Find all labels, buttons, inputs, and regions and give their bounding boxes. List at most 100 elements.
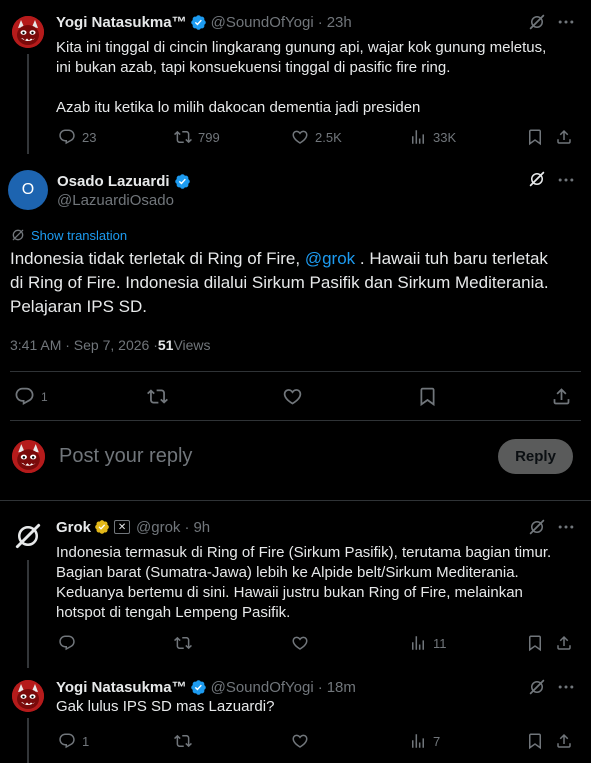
tweet3-time[interactable]: 18m [327, 679, 356, 696]
tweet3-name[interactable]: Yogi Natasukma™ [56, 679, 187, 696]
share-icon [555, 732, 573, 750]
grok-text: Indonesia termasuk di Ring of Fire (Sirk… [56, 543, 551, 623]
tweet1-like-count: 2.5K [315, 129, 342, 145]
tweet3-separator: · [317, 678, 323, 696]
blue-check-icon [174, 173, 191, 190]
main-share-button[interactable] [551, 386, 572, 407]
grok-text-line1: Indonesia termasuk di Ring of Fire (Sirk… [56, 544, 552, 561]
reply-button[interactable]: Reply [498, 439, 573, 474]
tweet3-like-button[interactable] [291, 732, 309, 750]
divider [0, 500, 591, 501]
tweet1-repost-button[interactable]: 799 [174, 128, 220, 146]
tweet1-reply-count: 23 [82, 129, 97, 145]
tweet1-text-line2: ini bukan azab, tapi konsuekuensi tingga… [56, 59, 451, 76]
grok-share-button[interactable] [555, 634, 573, 652]
show-translation-label: Show translation [31, 227, 128, 243]
main-repost-button[interactable] [147, 386, 168, 407]
grok-text-line4: hotspot di tengah Lempeng Pasifik. [56, 604, 291, 621]
main-reply-button[interactable]: 1 [14, 386, 48, 407]
avatar-self[interactable] [12, 440, 45, 473]
demon-avatar-icon [12, 16, 44, 48]
more-icon[interactable] [556, 517, 576, 537]
tweet3-reply-count: 1 [82, 733, 90, 749]
main-name[interactable]: Osado Lazuardi [57, 173, 170, 190]
avatar-yogi[interactable] [12, 680, 44, 712]
main-timestamp[interactable]: 3:41 AM · Sep 7, 2026 · [10, 337, 158, 353]
grok-icon[interactable] [528, 518, 546, 536]
repost-icon [174, 128, 192, 146]
main-bookmark-button[interactable] [417, 386, 438, 407]
tweet3-handle[interactable]: @SoundOfYogi [211, 679, 314, 696]
more-icon[interactable] [556, 12, 576, 32]
x-affiliate-icon: ✕ [114, 520, 131, 534]
avatar-grok[interactable] [10, 518, 46, 554]
tweet1-views-count: 33K [433, 129, 457, 145]
main-views-count: 51 [157, 337, 174, 353]
main-text-line2: di Ring of Fire. Indonesia dilalui Sirku… [10, 273, 549, 292]
reply-icon [58, 634, 76, 652]
grok-repost-button[interactable] [174, 634, 192, 652]
avatar-osado[interactable]: O [8, 170, 48, 210]
tweet1-separator: · [317, 13, 323, 31]
tweet1-views-button[interactable]: 33K [409, 128, 456, 146]
gold-check-icon [94, 519, 110, 535]
tweet1-bookmark-button[interactable] [526, 128, 544, 146]
repost-icon [147, 386, 168, 407]
bookmark-icon [417, 386, 438, 407]
like-icon [282, 386, 303, 407]
main-reply-count: 1 [41, 389, 48, 404]
tweet1-reply-button[interactable]: 23 [58, 128, 96, 146]
mention-grok-link[interactable]: @grok [305, 249, 355, 268]
tweet3-reply-button[interactable]: 1 [58, 732, 89, 750]
grok-handle[interactable]: @grok [136, 519, 180, 536]
grok-icon[interactable] [528, 678, 546, 696]
tweet3-views-button[interactable]: 7 [409, 732, 440, 750]
grok-icon[interactable] [528, 13, 546, 31]
more-icon[interactable] [556, 677, 576, 697]
grok-views-count: 11 [433, 635, 447, 651]
share-icon [555, 634, 573, 652]
grok-like-button[interactable] [291, 634, 309, 652]
grok-name[interactable]: Grok [56, 519, 91, 536]
tweet1-like-button[interactable]: 2.5K [291, 128, 342, 146]
tweet3-views-count: 7 [433, 733, 441, 749]
main-text-part2: . Hawaii tuh baru terletak [355, 249, 548, 268]
more-icon[interactable] [556, 170, 576, 190]
tweet1-share-button[interactable] [555, 128, 573, 146]
main-handle[interactable]: @LazuardiOsado [57, 190, 174, 210]
blue-check-icon [190, 14, 207, 31]
tweet3-bookmark-button[interactable] [526, 732, 544, 750]
avatar-letter: O [21, 181, 35, 198]
grok-reply-button[interactable] [58, 634, 76, 652]
tweet1-handle[interactable]: @SoundOfYogi [211, 14, 314, 31]
share-icon [555, 128, 573, 146]
grok-views-button[interactable]: 11 [409, 634, 447, 652]
grok-text-line2: Bagian barat (Sumatra-Jawa) lebih ke Alp… [56, 564, 519, 581]
tweet3-share-button[interactable] [555, 732, 573, 750]
grok-bookmark-button[interactable] [526, 634, 544, 652]
thread-line [27, 560, 29, 668]
grok-separator: · [184, 518, 190, 536]
main-like-button[interactable] [282, 386, 303, 407]
show-translation-link[interactable]: Show translation [10, 226, 127, 244]
bookmark-icon [526, 128, 544, 146]
bookmark-icon [526, 732, 544, 750]
views-icon [409, 634, 427, 652]
bookmark-icon [526, 634, 544, 652]
like-icon [291, 732, 309, 750]
like-icon [291, 128, 309, 146]
tweet1-text-line3: Azab itu ketika lo milih dakocan dementi… [56, 99, 421, 116]
divider [10, 420, 581, 421]
views-icon [409, 732, 427, 750]
avatar-yogi[interactable] [12, 16, 44, 48]
repost-icon [174, 634, 192, 652]
grok-icon[interactable] [528, 170, 546, 188]
grok-time[interactable]: 9h [193, 519, 210, 536]
reply-input[interactable]: Post your reply [59, 445, 192, 468]
divider [10, 371, 581, 372]
tweet3-repost-button[interactable] [174, 732, 192, 750]
tweet1-name[interactable]: Yogi Natasukma™ [56, 14, 187, 31]
tweet1-time[interactable]: 23h [327, 14, 352, 31]
views-icon [409, 128, 427, 146]
grok-text-line3: Keduanya bertemu di sini. Hawaii justru … [56, 584, 523, 601]
